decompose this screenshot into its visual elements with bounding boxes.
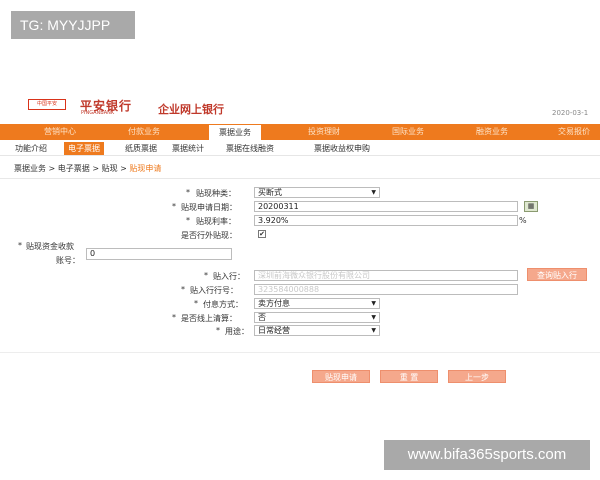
divider: [0, 352, 600, 353]
bank-english-name: PINGANBANK: [81, 110, 115, 116]
required-mark: *: [216, 326, 220, 335]
required-mark: *: [194, 299, 198, 308]
pay-mode-select[interactable]: 卖方付息: [254, 298, 380, 309]
query-bank-button[interactable]: 查询贴入行: [527, 268, 587, 281]
required-mark: *: [186, 216, 190, 225]
online-clear-label: 是否线上清算：: [181, 314, 237, 323]
watermark-bottom: www.bifa365sports.com: [384, 440, 590, 470]
submit-discount-button[interactable]: 贴现申请: [312, 370, 370, 383]
top-nav-quotes[interactable]: 交易报价: [558, 124, 590, 140]
required-mark: *: [204, 271, 208, 280]
breadcrumb-separator: >: [120, 164, 127, 173]
online-clear-select[interactable]: 否: [254, 312, 380, 323]
sub-nav: 功能介绍 电子票据 纸质票据 票据统计 票据在线融资 票据收益权申购: [0, 141, 600, 156]
top-nav-marketing[interactable]: 营销中心: [44, 124, 76, 140]
bank-no-input[interactable]: 323584000888: [254, 284, 518, 295]
rate-label: 贴现利率：: [196, 217, 236, 226]
divider: [0, 178, 600, 179]
required-mark: *: [172, 202, 176, 211]
rate-unit: %: [519, 216, 527, 225]
back-button[interactable]: 上一步: [448, 370, 506, 383]
rate-input[interactable]: 3.920%: [254, 215, 518, 226]
breadcrumb: 票据业务 > 电子票据 > 贴现 > 贴现申请: [14, 163, 161, 174]
bank-subtitle: 企业网上银行: [158, 103, 224, 116]
bank-in-label: 贴入行：: [213, 272, 245, 281]
receiver-account-label: 账号：: [56, 256, 80, 265]
apply-date-input[interactable]: 20200311: [254, 201, 518, 212]
breadcrumb-bills[interactable]: 票据业务: [14, 164, 46, 173]
sub-nav-statistics[interactable]: 票据统计: [172, 142, 204, 155]
breadcrumb-discount[interactable]: 贴现: [102, 164, 118, 173]
bank-logo: 中国平安: [28, 99, 66, 110]
header-date: 2020-03-1: [552, 109, 589, 117]
breadcrumb-e-bills[interactable]: 电子票据: [58, 164, 90, 173]
required-mark: *: [172, 313, 176, 322]
offline-label: 是否行外贴现：: [181, 231, 237, 240]
bank-in-input[interactable]: 深圳前海微众银行股份有限公司: [254, 270, 518, 281]
bank-no-label: 贴入行行号：: [190, 286, 238, 295]
required-mark: *: [18, 241, 22, 250]
receiver-account-input[interactable]: 0: [86, 248, 232, 260]
top-nav-bills[interactable]: 票据业务: [208, 124, 262, 140]
discount-type-select[interactable]: 买断式: [254, 187, 380, 198]
breadcrumb-separator: >: [92, 164, 100, 173]
top-nav-financing[interactable]: 融资业务: [476, 124, 508, 140]
sub-nav-yield-subscription[interactable]: 票据收益权申购: [314, 142, 370, 155]
reset-button[interactable]: 重 置: [380, 370, 438, 383]
top-nav-international[interactable]: 国际业务: [392, 124, 424, 140]
required-mark: *: [186, 188, 190, 197]
top-nav-payments[interactable]: 付款业务: [128, 124, 160, 140]
offline-checkbox[interactable]: ✔: [258, 230, 266, 238]
watermark-top: TG: MYYJJPP: [11, 11, 135, 39]
required-mark: *: [181, 285, 185, 294]
sub-nav-paper-bills[interactable]: 纸质票据: [125, 142, 157, 155]
sub-nav-intro[interactable]: 功能介绍: [15, 142, 47, 155]
purpose-label: 用途：: [225, 327, 249, 336]
breadcrumb-current: 贴现申请: [129, 164, 162, 173]
discount-type-label: 贴现种类：: [196, 189, 236, 198]
apply-date-label: 贴现申请日期：: [181, 203, 237, 212]
sub-nav-online-financing[interactable]: 票据在线融资: [226, 142, 274, 155]
pay-mode-label: 付息方式：: [203, 300, 243, 309]
receiver-label: 贴现资金收款: [26, 242, 74, 251]
top-nav: 营销中心 付款业务 票据业务 投资理财 国际业务 融资业务 交易报价: [0, 124, 600, 140]
purpose-select[interactable]: 日常经营: [254, 325, 380, 336]
top-nav-investment[interactable]: 投资理财: [308, 124, 340, 140]
breadcrumb-separator: >: [48, 164, 56, 173]
calendar-icon[interactable]: ▦: [524, 201, 538, 212]
sub-nav-e-bills[interactable]: 电子票据: [64, 142, 104, 155]
